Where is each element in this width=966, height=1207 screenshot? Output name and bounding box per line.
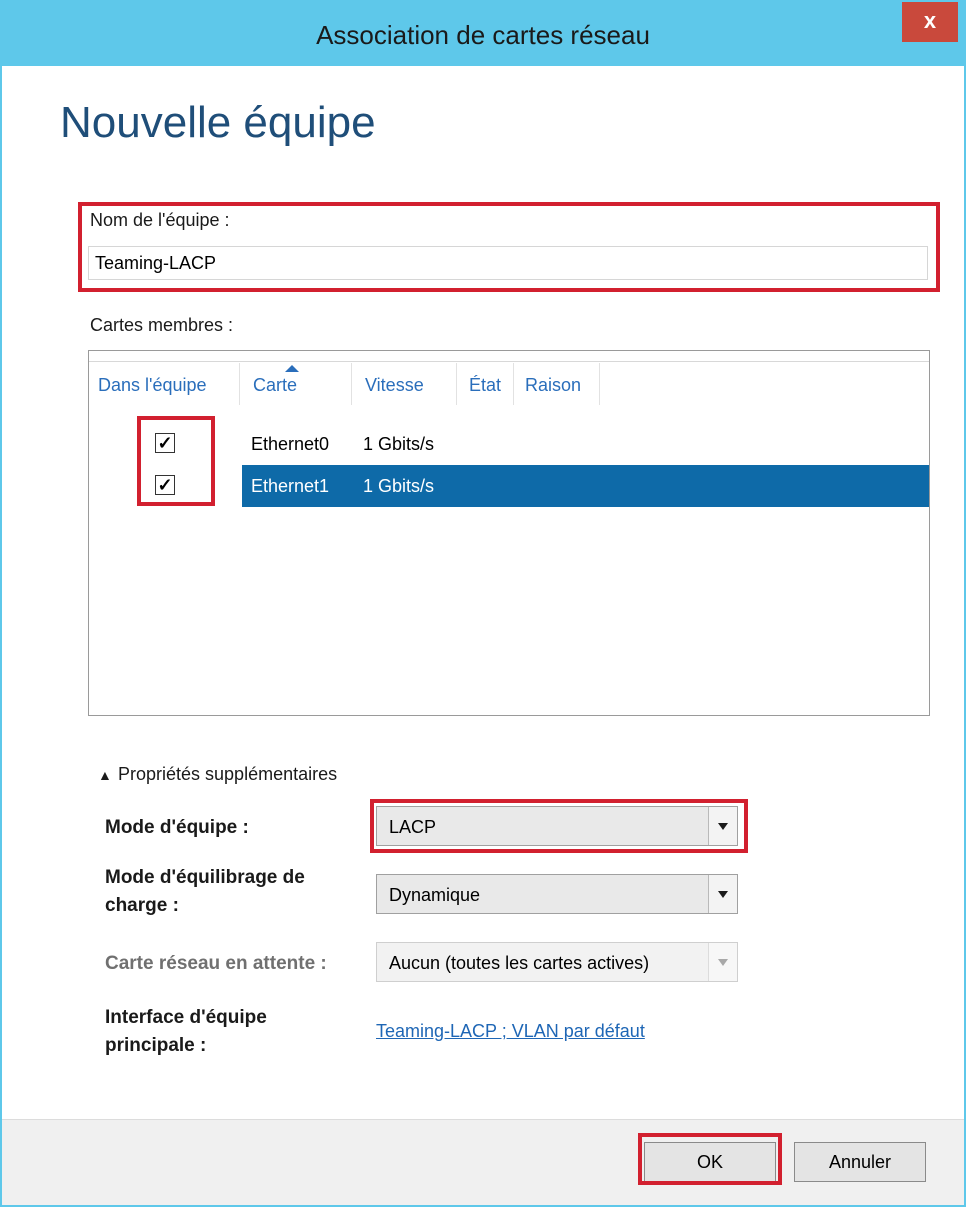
- column-divider: [599, 363, 600, 405]
- column-header-in-team[interactable]: Dans l'équipe: [98, 375, 207, 396]
- column-divider: [513, 363, 514, 405]
- column-divider: [456, 363, 457, 405]
- list-header-strip: [89, 351, 929, 362]
- additional-properties-toggle[interactable]: ▲ Propriétés supplémentaires: [98, 764, 337, 785]
- members-label: Cartes membres :: [90, 315, 234, 335]
- load-balancing-label: Mode d'équilibrage de charge :: [105, 864, 305, 920]
- team-name-input[interactable]: [88, 246, 928, 280]
- window-title: Association de cartes réseau: [316, 20, 650, 50]
- team-mode-label: Mode d'équipe :: [105, 817, 249, 838]
- card-speed: 1 Gbits/s: [363, 476, 435, 496]
- team-name-label: Nom de l'équipe :: [90, 210, 230, 230]
- table-row[interactable]: ✓ Ethernet0 1 Gbits/s: [89, 423, 929, 465]
- column-header-speed[interactable]: Vitesse: [365, 375, 424, 396]
- caret-up-icon: ▲: [98, 767, 112, 783]
- cancel-button[interactable]: Annuler: [794, 1142, 926, 1182]
- sort-ascending-icon: [285, 365, 299, 372]
- dropdown-arrow-icon: [708, 943, 737, 981]
- primary-interface-label-line2: principale :: [105, 1035, 207, 1056]
- standby-value: Aucun (toutes les cartes actives): [389, 953, 650, 973]
- load-balancing-value: Dynamique: [389, 885, 481, 905]
- dialog-footer: OK Annuler: [2, 1119, 964, 1205]
- column-header-reason[interactable]: Raison: [525, 375, 581, 396]
- standby-select: Aucun (toutes les cartes actives): [376, 942, 738, 982]
- close-button[interactable]: x: [902, 2, 958, 42]
- title-bar: Association de cartes réseau x: [2, 2, 964, 66]
- ok-highlight: [638, 1133, 782, 1185]
- members-list[interactable]: Dans l'équipe Carte Vitesse État Raison …: [88, 350, 930, 716]
- primary-interface-label: Interface d'équipe principale :: [105, 1004, 267, 1060]
- load-balancing-label-line1: Mode d'équilibrage de: [105, 867, 305, 888]
- checkbox-highlight: [137, 416, 215, 506]
- standby-label: Carte réseau en attente :: [105, 953, 327, 974]
- primary-interface-label-line1: Interface d'équipe: [105, 1007, 267, 1028]
- table-row[interactable]: ✓ Ethernet1 1 Gbits/s: [89, 465, 929, 507]
- load-balancing-select[interactable]: Dynamique: [376, 874, 738, 914]
- column-header-card[interactable]: Carte: [253, 375, 297, 396]
- selection-highlight: [242, 465, 929, 507]
- additional-properties-label: Propriétés supplémentaires: [118, 764, 338, 784]
- load-balancing-label-line2: charge :: [105, 895, 179, 916]
- dialog-window: Association de cartes réseau x Nouvelle …: [0, 0, 966, 1207]
- card-name: Ethernet1: [251, 476, 330, 496]
- team-mode-highlight: [370, 799, 748, 853]
- primary-interface-link[interactable]: Teaming-LACP ; VLAN par défaut: [376, 1021, 645, 1042]
- dropdown-arrow-icon[interactable]: [708, 875, 737, 913]
- card-name: Ethernet0: [251, 434, 330, 454]
- column-divider: [239, 363, 240, 405]
- card-speed: 1 Gbits/s: [363, 434, 435, 454]
- page-title: Nouvelle équipe: [60, 98, 376, 147]
- column-header-state[interactable]: État: [469, 375, 501, 396]
- column-divider: [351, 363, 352, 405]
